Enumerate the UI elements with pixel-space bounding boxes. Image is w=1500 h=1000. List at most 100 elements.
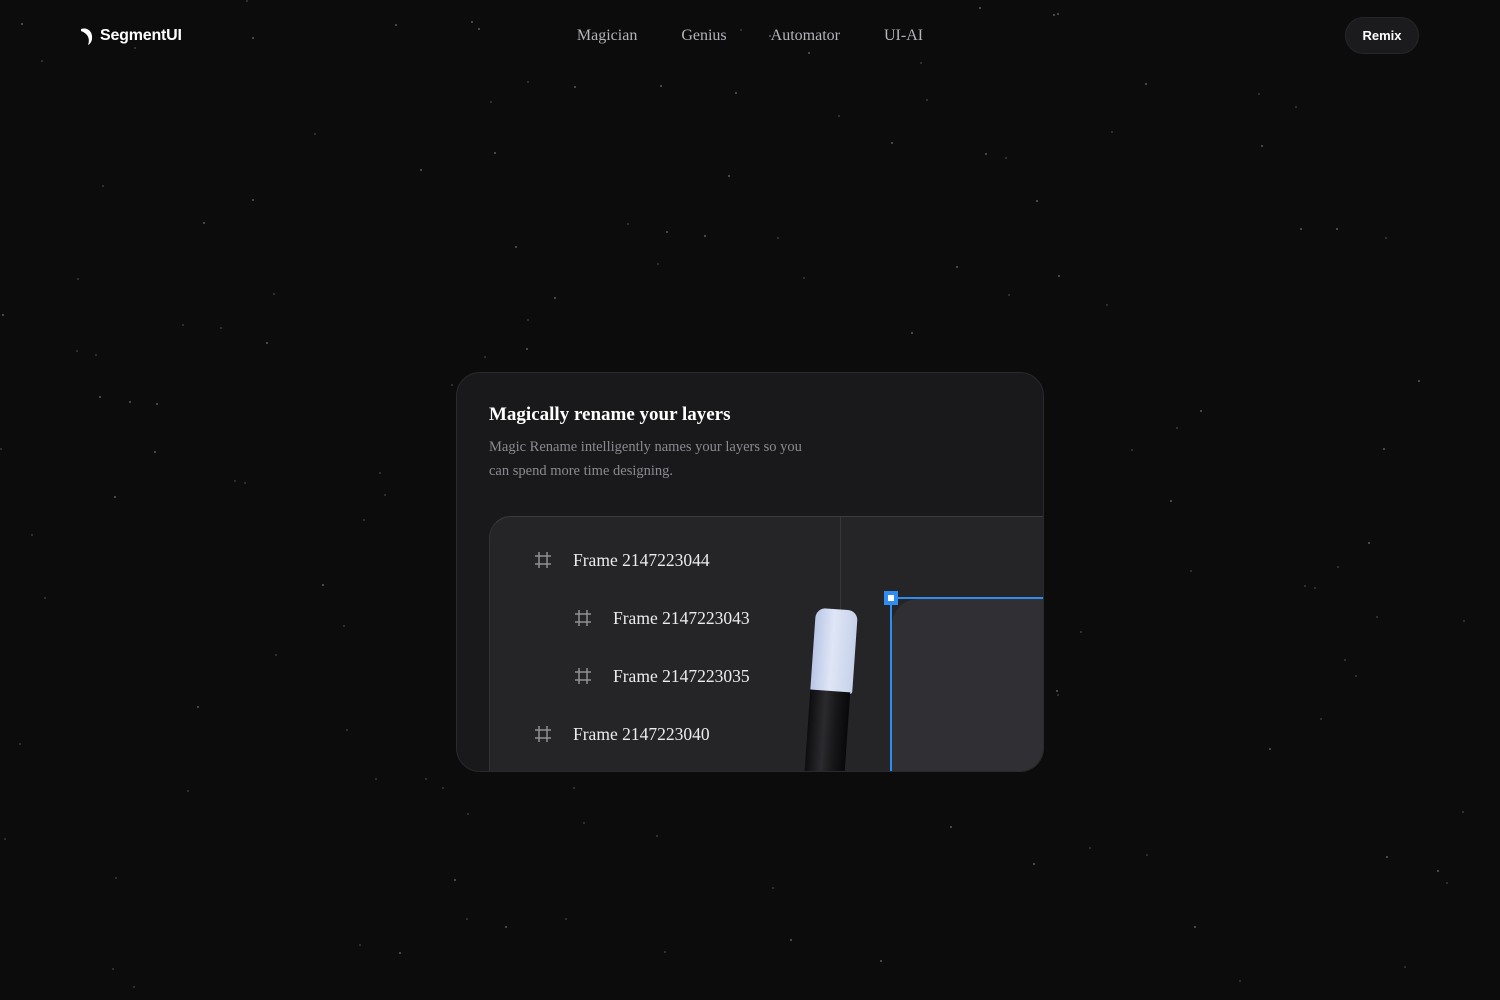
star: [527, 319, 529, 321]
main-nav: Magician Genius Automator UI-AI: [0, 26, 1500, 46]
star: [133, 986, 135, 988]
frame-icon: [575, 668, 591, 684]
star: [134, 47, 136, 49]
star: [1336, 228, 1338, 230]
star: [790, 939, 792, 941]
star: [1056, 690, 1058, 692]
star: [505, 926, 507, 928]
star: [1368, 542, 1370, 544]
card-title: Magically rename your layers: [489, 404, 731, 425]
layer-label: Frame 2147223044: [573, 549, 710, 570]
star: [375, 778, 377, 780]
layer-label: Frame 2147223040: [573, 723, 710, 744]
star: [1200, 410, 1202, 412]
frame-icon: [535, 552, 551, 568]
star: [266, 342, 268, 344]
star: [1314, 587, 1316, 589]
star: [1033, 863, 1035, 865]
star: [234, 480, 236, 482]
star: [1337, 566, 1339, 568]
star: [565, 918, 567, 920]
star: [1463, 620, 1465, 622]
feature-card: Magically rename your layers Magic Renam…: [456, 372, 1044, 772]
star: [478, 28, 480, 30]
star: [252, 199, 254, 201]
logo[interactable]: SegmentUI: [78, 26, 182, 46]
star: [129, 401, 131, 403]
layer-row[interactable]: Frame 2147223035: [573, 661, 750, 691]
star: [187, 790, 189, 792]
star: [1437, 870, 1439, 872]
wand-shaft: [801, 689, 851, 771]
star: [920, 62, 922, 64]
star: [956, 266, 958, 268]
star: [19, 743, 21, 745]
star: [379, 472, 381, 474]
star: [466, 918, 468, 920]
star: [1269, 748, 1271, 750]
star: [99, 396, 101, 398]
selection-handle[interactable]: [884, 591, 898, 605]
star: [244, 482, 246, 484]
star: [420, 169, 422, 171]
star: [41, 60, 43, 62]
star: [1008, 294, 1010, 296]
star: [666, 231, 668, 233]
star: [467, 813, 469, 815]
star: [95, 354, 97, 356]
star: [574, 86, 576, 88]
star: [1404, 966, 1406, 968]
star: [527, 81, 529, 83]
star: [777, 237, 779, 239]
star: [1005, 157, 1007, 159]
star: [1036, 200, 1038, 202]
star: [1462, 811, 1464, 813]
selected-canvas-frame[interactable]: [890, 597, 1043, 771]
star: [1058, 275, 1060, 277]
star: [76, 350, 78, 352]
star: [1089, 847, 1091, 849]
card-description: Magic Rename intelligently names your la…: [489, 439, 802, 479]
layer-row[interactable]: Frame 2147223044: [533, 545, 710, 575]
star: [808, 52, 810, 54]
star: [880, 960, 882, 962]
remix-button[interactable]: Remix: [1345, 17, 1419, 54]
star: [554, 297, 556, 299]
nav-link-genius[interactable]: Genius: [681, 26, 726, 46]
star: [156, 403, 158, 405]
star: [1190, 570, 1192, 572]
star: [1304, 585, 1306, 587]
star: [772, 887, 774, 889]
star: [664, 951, 666, 953]
star: [1194, 926, 1196, 928]
star: [1131, 449, 1133, 451]
star: [275, 654, 277, 656]
star: [314, 133, 316, 135]
star: [384, 494, 386, 496]
star: [203, 222, 205, 224]
star: [115, 877, 117, 879]
star: [1080, 631, 1082, 633]
star: [273, 293, 275, 295]
star: [1376, 616, 1378, 618]
star: [728, 175, 730, 177]
star: [246, 0, 248, 2]
star: [1106, 304, 1108, 306]
logo-mark-icon: [81, 28, 93, 45]
layer-label: Frame 2147223035: [613, 665, 750, 686]
nav-link-magician[interactable]: Magician: [577, 26, 637, 46]
star: [322, 584, 324, 586]
star: [31, 534, 33, 536]
star: [911, 332, 913, 334]
star: [182, 324, 184, 326]
nav-link-ui-ai[interactable]: UI-AI: [884, 26, 923, 46]
star: [1446, 882, 1448, 884]
layer-row[interactable]: Frame 2147223040: [533, 719, 710, 749]
star: [1145, 83, 1147, 85]
layer-row[interactable]: Frame 2147223043: [573, 603, 750, 633]
layers-panel: Frame 2147223044 Frame 2147223043 Frame …: [490, 517, 840, 771]
star: [838, 115, 840, 117]
star: [515, 246, 517, 248]
star: [583, 822, 585, 824]
nav-link-automator[interactable]: Automator: [771, 26, 840, 46]
